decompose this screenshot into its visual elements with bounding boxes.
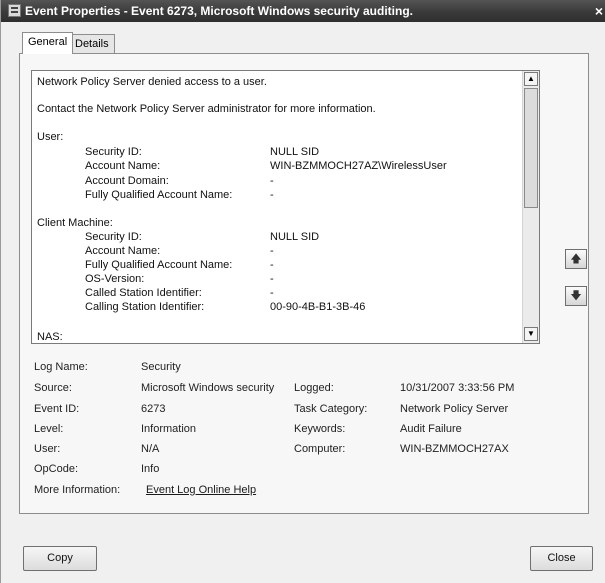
tab-general[interactable]: General	[22, 32, 74, 54]
field-label: Account Name:	[85, 245, 161, 257]
event-viewer-icon	[8, 4, 21, 17]
arrow-up-icon: 🡅	[570, 253, 582, 265]
level-value: Information	[141, 423, 197, 435]
opcode-value: Info	[141, 463, 160, 475]
field-label: OS-Version:	[85, 273, 145, 285]
field-value: -	[270, 175, 274, 187]
description-scrollbar[interactable]: ▲ ▼	[522, 71, 539, 343]
field-label: Account Domain:	[85, 175, 169, 187]
close-button[interactable]: Close	[530, 546, 593, 571]
field-value: -	[270, 245, 274, 257]
copy-button[interactable]: Copy	[23, 546, 97, 571]
field-label: Fully Qualified Account Name:	[85, 189, 233, 201]
field-value: 00-90-4B-B1-3B-46	[270, 301, 366, 313]
log-name-value: Security	[141, 361, 181, 373]
description-summary: Network Policy Server denied access to a…	[37, 76, 267, 88]
field-label: Fully Qualified Account Name:	[85, 259, 233, 271]
field-label: Security ID:	[85, 146, 142, 158]
scroll-down-button[interactable]: ▼	[524, 327, 538, 341]
field-value: NULL SID	[270, 146, 320, 158]
field-label: Security ID:	[85, 231, 142, 243]
field-value: -	[270, 259, 274, 271]
more-information-label: More Information:	[34, 484, 121, 496]
user-value: N/A	[141, 443, 160, 455]
event-description-text: Network Policy Server denied access to a…	[32, 71, 522, 343]
task-category-value: Network Policy Server	[400, 403, 509, 415]
section-heading-user: User:	[37, 131, 64, 143]
field-value: -	[270, 273, 274, 285]
opcode-label: OpCode:	[34, 463, 79, 475]
scroll-up-button[interactable]: ▲	[524, 72, 538, 86]
previous-event-button[interactable]: 🡅	[565, 249, 587, 269]
field-value: WIN-BZMMOCH27AZ\WirelessUser	[270, 160, 447, 172]
scroll-thumb[interactable]	[524, 88, 538, 208]
event-log-online-help-link[interactable]: Event Log Online Help	[146, 484, 256, 496]
description-contact: Contact the Network Policy Server admini…	[37, 103, 376, 115]
field-value: -	[270, 287, 274, 299]
keywords-label: Keywords:	[294, 423, 346, 435]
field-value: -	[270, 189, 274, 201]
arrow-down-icon: 🡇	[570, 290, 582, 302]
logged-label: Logged:	[294, 382, 334, 394]
event-description-box[interactable]: Network Policy Server denied access to a…	[31, 70, 540, 344]
title-bar: Event Properties - Event 6273, Microsoft…	[1, 0, 605, 22]
log-name-label: Log Name:	[34, 361, 88, 373]
field-label: Calling Station Identifier:	[85, 301, 205, 313]
section-heading-nas: NAS:	[37, 331, 63, 343]
close-window-button[interactable]: ×	[592, 2, 605, 20]
keywords-value: Audit Failure	[400, 423, 462, 435]
task-category-label: Task Category:	[294, 403, 368, 415]
event-properties-window: Event Properties - Event 6273, Microsoft…	[0, 0, 605, 583]
event-id-value: 6273	[141, 403, 166, 415]
window-title: Event Properties - Event 6273, Microsoft…	[25, 4, 413, 18]
user-label: User:	[34, 443, 61, 455]
event-id-label: Event ID:	[34, 403, 80, 415]
computer-label: Computer:	[294, 443, 346, 455]
source-value: Microsoft Windows security	[141, 382, 275, 394]
computer-value: WIN-BZMMOCH27AX	[400, 443, 509, 455]
next-event-button[interactable]: 🡇	[565, 286, 587, 306]
level-label: Level:	[34, 423, 64, 435]
field-label: Called Station Identifier:	[85, 287, 202, 299]
field-label: Account Name:	[85, 160, 161, 172]
tab-details[interactable]: Details	[69, 34, 115, 54]
logged-value: 10/31/2007 3:33:56 PM	[400, 382, 515, 394]
section-heading-client-machine: Client Machine:	[37, 217, 113, 229]
source-label: Source:	[34, 382, 72, 394]
field-value: NULL SID	[270, 231, 320, 243]
